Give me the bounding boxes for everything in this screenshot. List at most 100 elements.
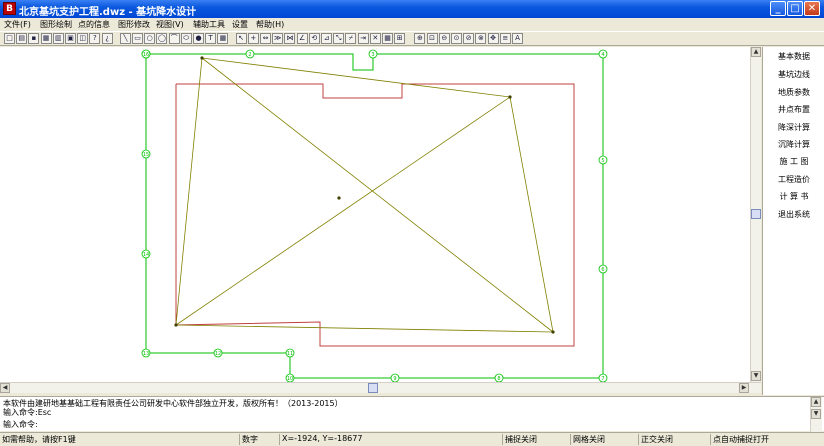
menu-tools[interactable]: 辅助工具 (193, 19, 225, 30)
context-help-icon[interactable]: ¿ (101, 33, 113, 44)
panel-pit-edge[interactable]: 基坑边线 (763, 69, 824, 80)
scroll-right-icon[interactable]: ▶ (739, 383, 749, 393)
vertex-point[interactable] (200, 56, 204, 60)
sphere-icon[interactable]: ● (193, 33, 204, 44)
maximize-button[interactable]: □ (787, 1, 803, 16)
zoom-extents-icon[interactable]: ⊗ (475, 33, 487, 44)
pointer-icon[interactable]: ↖ (235, 33, 247, 44)
help-icon[interactable]: ? (89, 33, 101, 44)
title-bar[interactable]: B 北京基坑支护工程.dwz - 基坑降水设计 _ □ ✕ (0, 0, 824, 18)
well-line[interactable] (145, 53, 604, 379)
page-setup-icon[interactable]: ▣ (65, 33, 76, 44)
status-ortho[interactable]: 正交关闭 (638, 434, 673, 445)
panel-geology[interactable]: 地质参数 (763, 87, 824, 98)
menu-settings[interactable]: 设置 (232, 19, 248, 30)
menu-file[interactable]: 文件(F) (4, 19, 31, 30)
text-icon[interactable]: T (205, 33, 217, 44)
vertical-scroll-thumb[interactable] (751, 209, 761, 219)
layer-icon[interactable]: ≡ (499, 33, 511, 44)
app-icon[interactable]: B (3, 2, 16, 15)
vertical-scrollbar[interactable]: ▲ ▼ (750, 47, 761, 382)
close-button[interactable]: ✕ (804, 1, 820, 16)
array-icon[interactable]: ▦ (382, 33, 393, 44)
vertex-point[interactable] (551, 330, 555, 334)
status-grid[interactable]: 网格关闭 (570, 434, 605, 445)
scroll-up-icon[interactable]: ▲ (811, 397, 821, 407)
zoom-window-icon[interactable]: ⊡ (426, 33, 438, 44)
horizontal-scroll-thumb[interactable] (368, 383, 378, 393)
zoom-prev-icon[interactable]: ⊘ (463, 33, 475, 44)
preview-icon[interactable]: ◫ (77, 33, 89, 44)
center-point[interactable] (337, 196, 341, 200)
new-icon[interactable]: □ (4, 33, 15, 44)
horizontal-scrollbar[interactable]: ◀ ▶ (0, 382, 761, 393)
print-icon[interactable]: ▥ (52, 33, 64, 44)
grid-markers: 12345678910111213141516 (141, 49, 608, 382)
scroll-down-icon[interactable]: ▼ (751, 371, 761, 381)
circle-icon[interactable]: ○ (144, 33, 156, 44)
cross-icon[interactable]: + (247, 33, 259, 44)
drawing-svg[interactable]: 12345678910111213141516 (0, 47, 750, 382)
panel-basic-data[interactable]: 基本数据 (763, 51, 824, 62)
ellipse-icon[interactable]: ⬭ (180, 33, 192, 44)
status-help: 如需帮助，请按F1键 (2, 435, 76, 444)
status-snap[interactable]: 捕捉关闭 (502, 434, 537, 445)
line-icon[interactable]: ╲ (119, 33, 131, 44)
menu-draw[interactable]: 图形绘制 (40, 19, 72, 30)
diagonal-line-1[interactable] (201, 57, 554, 333)
status-auto-snap[interactable]: 点自动捕捉打开 (710, 434, 769, 445)
panel-report[interactable]: 计 算 书 (763, 191, 824, 202)
trim-icon[interactable]: ⌿ (345, 33, 357, 44)
scroll-down-icon[interactable]: ▼ (811, 409, 821, 419)
break-icon[interactable]: ✕ (369, 33, 381, 44)
well-marker-label: 15 (143, 152, 149, 158)
panel-construction-drawing[interactable]: 施 工 图 (763, 156, 824, 167)
well-marker-label: 4 (601, 52, 604, 58)
well-marker-label: 5 (601, 158, 604, 164)
command-input[interactable]: 输入命令: (3, 419, 38, 430)
command-scrollbar[interactable]: ▲ ▼ (810, 397, 822, 432)
rotate-icon[interactable]: ⟲ (308, 33, 320, 44)
move-icon[interactable]: ⇔ (260, 33, 271, 44)
command-area[interactable]: 本软件由建研地基基础工程有限责任公司研发中心软件部独立开发，版权所有！（2013… (0, 396, 824, 432)
command-history-line: 本软件由建研地基基础工程有限责任公司研发中心软件部独立开发，版权所有！（2013… (3, 399, 343, 408)
menu-view[interactable]: 视图(V) (156, 19, 184, 30)
pan-icon[interactable]: ✥ (487, 33, 499, 44)
diagonal-polygon[interactable] (175, 57, 554, 333)
open-icon[interactable]: ▤ (16, 33, 28, 44)
pit-outline[interactable] (175, 83, 575, 347)
panel-cost[interactable]: 工程造价 (763, 174, 824, 185)
panel-well-layout[interactable]: 井点布置 (763, 104, 824, 115)
menu-help[interactable]: 帮助(H) (256, 19, 284, 30)
zoom-out-icon[interactable]: ⊖ (438, 33, 450, 44)
vertex-point[interactable] (508, 95, 512, 99)
print-preview-icon[interactable]: ▦ (40, 33, 52, 44)
mirror-icon[interactable]: ⋈ (284, 33, 296, 44)
diagonal-line-2[interactable] (175, 96, 511, 326)
extend-icon[interactable]: ⇥ (357, 33, 369, 44)
scale-icon[interactable]: ⊿ (321, 33, 332, 44)
panel-drawdown[interactable]: 降深计算 (763, 122, 824, 133)
panel-settlement[interactable]: 沉降计算 (763, 139, 824, 150)
scroll-left-icon[interactable]: ◀ (0, 383, 10, 393)
scroll-up-icon[interactable]: ▲ (751, 47, 761, 57)
minimize-button[interactable]: _ (770, 1, 786, 16)
stretch-icon[interactable]: ⤡ (333, 33, 345, 44)
rectangle-icon[interactable]: ▭ (132, 33, 143, 44)
menu-modify[interactable]: 图形修改 (118, 19, 150, 30)
table-icon[interactable]: ▦ (217, 33, 229, 44)
circle2-icon[interactable]: ◯ (156, 33, 168, 44)
menu-point-info[interactable]: 点的信息 (78, 19, 110, 30)
font-icon[interactable]: A (512, 33, 523, 44)
copy-icon[interactable]: ≫ (272, 33, 284, 44)
toolbar: □ ▤ ▪ ▦ ▥ ▣ ◫? ¿ ╲ ▭ ○ ◯ ⌒ ⬭ ● T ▦ ↖ + ⇔ ≫ ⋈ ∠ ⟲ ⊿ ⤡ ⌿ ⇥ ✕ ▦ ⊞ ⊕ ⊡ ⊖ ⊙ ⊘ ⊗ ✥ ≡… (0, 31, 824, 46)
drawing-canvas[interactable]: 12345678910111213141516 (0, 47, 750, 382)
vertex-point[interactable] (174, 323, 178, 327)
save-icon[interactable]: ▪ (28, 33, 40, 44)
arc-icon[interactable]: ⌒ (168, 33, 180, 44)
angle-icon[interactable]: ∠ (296, 33, 308, 44)
zoom-in-icon[interactable]: ⊕ (414, 33, 426, 44)
zoom-all-icon[interactable]: ⊙ (451, 33, 462, 44)
explode-icon[interactable]: ⊞ (394, 33, 406, 44)
panel-exit[interactable]: 退出系统 (763, 209, 824, 220)
